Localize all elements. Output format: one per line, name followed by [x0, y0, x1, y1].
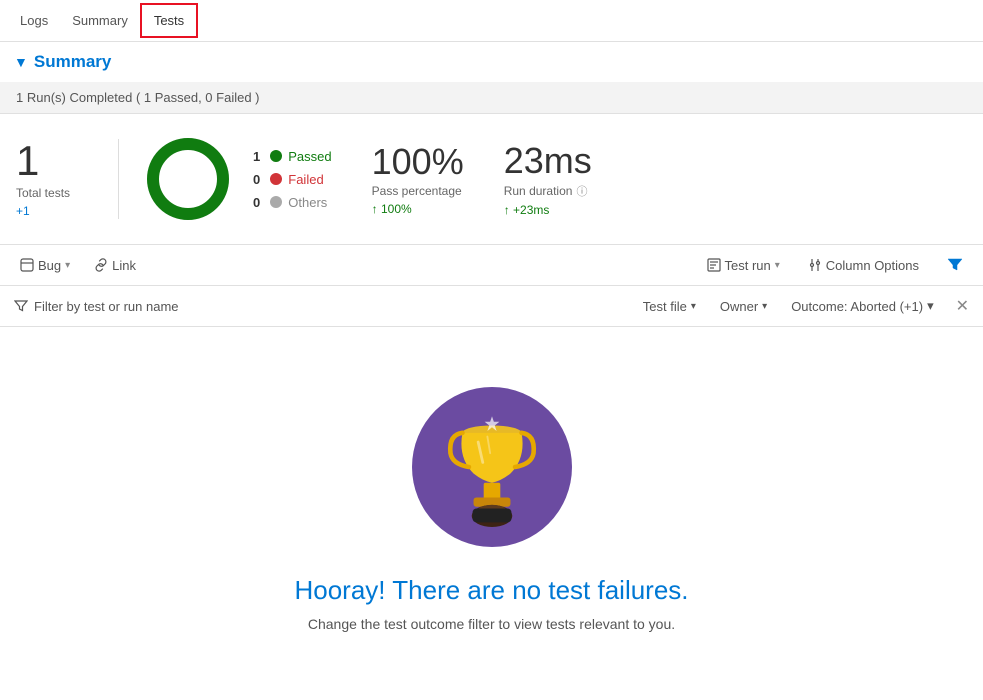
stats-divider: [118, 139, 119, 219]
tabs-bar: Logs Summary Tests: [0, 0, 983, 42]
link-label: Link: [112, 258, 136, 273]
test-file-label: Test file: [643, 299, 687, 314]
stats-area: 1 Total tests +1 1 Passed 0 Failed 0 Oth…: [0, 114, 983, 245]
column-options-label: Column Options: [826, 258, 919, 273]
donut-chart: [143, 134, 233, 224]
bug-chevron-icon: ▾: [65, 260, 70, 271]
chevron-icon[interactable]: ▼: [14, 54, 28, 70]
total-tests-change: +1: [16, 204, 70, 218]
link-icon: [94, 258, 108, 272]
test-run-label: Test run: [725, 258, 771, 273]
tab-summary[interactable]: Summary: [60, 5, 140, 36]
filter-bar-icon: [14, 299, 28, 313]
legend: 1 Passed 0 Failed 0 Others: [253, 149, 332, 210]
column-options-button[interactable]: Column Options: [802, 254, 925, 277]
owner-chevron-icon: ▾: [762, 301, 767, 312]
hooray-text: Hooray! There are no test failures.: [294, 575, 688, 606]
tab-tests[interactable]: Tests: [140, 3, 198, 38]
filter-funnel-icon: [947, 257, 963, 273]
info-icon: ⓘ: [576, 183, 587, 199]
total-tests-label: Total tests: [16, 186, 70, 200]
owner-button[interactable]: Owner ▾: [712, 295, 775, 318]
link-button[interactable]: Link: [88, 254, 142, 277]
filter-left: Filter by test or run name: [14, 299, 179, 314]
legend-item-passed: 1 Passed: [253, 149, 332, 164]
toolbar: Bug ▾ Link Test run ▾: [0, 245, 983, 286]
test-run-button[interactable]: Test run ▾: [701, 254, 786, 277]
pass-percentage-block: 100% Pass percentage ↑ 100%: [372, 142, 464, 216]
run-duration-block: 23ms Run duration ⓘ ↑ +23ms: [504, 141, 592, 217]
trophy-svg: [437, 407, 547, 527]
close-filter-button[interactable]: ✕: [956, 296, 969, 316]
run-duration-label: Run duration ⓘ: [504, 183, 592, 199]
main-content: Hooray! There are no test failures. Chan…: [0, 327, 983, 672]
legend-item-failed: 0 Failed: [253, 172, 332, 187]
legend-others-label: Others: [288, 195, 327, 210]
bug-label: Bug: [38, 258, 61, 273]
pass-percentage-label: Pass percentage: [372, 184, 464, 198]
filter-bar: Filter by test or run name Test file ▾ O…: [0, 286, 983, 327]
pass-percentage-value: 100%: [372, 142, 464, 182]
run-info-text: 1 Run(s) Completed ( 1 Passed, 0 Failed …: [16, 90, 260, 105]
outcome-label: Outcome: Aborted (+1): [791, 299, 923, 314]
summary-header: ▼ Summary: [0, 42, 983, 82]
run-duration-change: ↑ +23ms: [504, 203, 592, 217]
pass-percentage-change: ↑ 100%: [372, 202, 464, 216]
run-info-bar: 1 Run(s) Completed ( 1 Passed, 0 Failed …: [0, 82, 983, 114]
test-file-button[interactable]: Test file ▾: [635, 295, 704, 318]
legend-item-others: 0 Others: [253, 195, 332, 210]
legend-passed-count: 1: [253, 149, 260, 164]
trophy-illustration: [412, 387, 572, 547]
legend-failed-label: Failed: [288, 172, 323, 187]
failed-dot: [270, 173, 282, 185]
column-options-icon: [808, 258, 822, 272]
bug-icon: [20, 258, 34, 272]
test-file-chevron-icon: ▾: [691, 301, 696, 312]
toolbar-left: Bug ▾ Link: [14, 254, 142, 277]
run-duration-value: 23ms: [504, 141, 592, 181]
legend-passed-label: Passed: [288, 149, 331, 164]
passed-dot: [270, 150, 282, 162]
legend-others-count: 0: [253, 195, 260, 210]
toolbar-right: Test run ▾ Column Options: [701, 253, 970, 277]
others-dot: [270, 196, 282, 208]
outcome-button[interactable]: Outcome: Aborted (+1) ▾: [783, 294, 941, 318]
total-tests-block: 1 Total tests +1: [16, 140, 70, 218]
filter-right: Test file ▾ Owner ▾ Outcome: Aborted (+1…: [635, 294, 969, 318]
legend-failed-count: 0: [253, 172, 260, 187]
bug-button[interactable]: Bug ▾: [14, 254, 76, 277]
filter-icon-button[interactable]: [941, 253, 969, 277]
filter-placeholder: Filter by test or run name: [34, 299, 179, 314]
tab-logs[interactable]: Logs: [8, 5, 60, 36]
owner-label: Owner: [720, 299, 758, 314]
test-run-chevron-icon: ▾: [775, 260, 780, 271]
sub-text: Change the test outcome filter to view t…: [308, 616, 675, 632]
outcome-chevron-icon: ▾: [927, 298, 934, 314]
test-run-icon: [707, 258, 721, 272]
total-tests-number: 1: [16, 140, 70, 182]
summary-title: Summary: [34, 52, 111, 72]
